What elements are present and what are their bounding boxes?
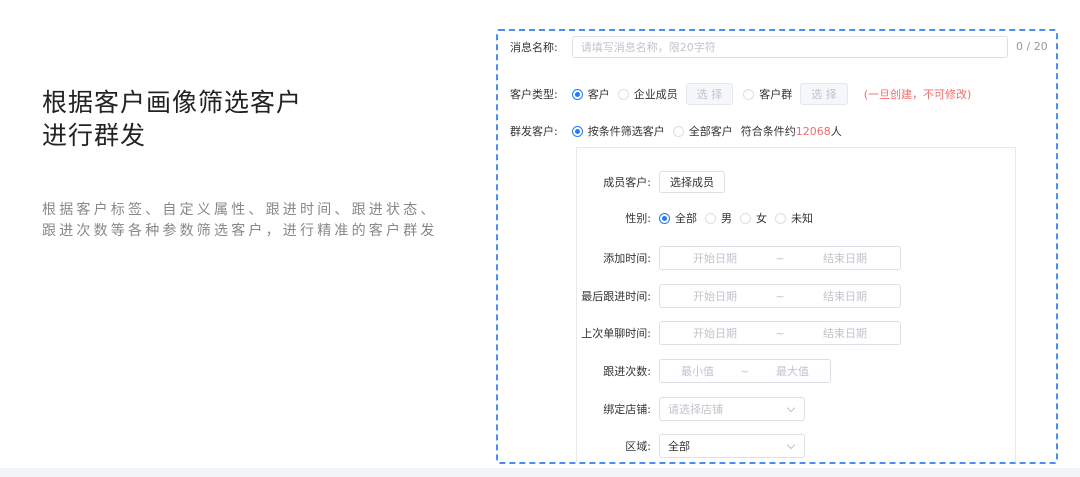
radio-circle-icon: [571, 88, 583, 100]
radio-label: 未知: [791, 212, 813, 225]
hero-title: 根据客户画像筛选客户 进行群发: [42, 86, 302, 152]
match-count-text: 符合条件约12068人: [741, 123, 842, 139]
radio-label: 企业成员: [633, 88, 678, 101]
radio-circle-icon: [743, 88, 755, 100]
bound-store-select[interactable]: 请选择店铺: [659, 397, 805, 421]
member-customers-row: 成员客户: 选择成员: [577, 171, 735, 193]
radio-circle-icon: [672, 125, 684, 137]
message-name-counter: 0 / 20: [1016, 40, 1048, 53]
customer-type-radio-customer[interactable]: 客户: [571, 86, 610, 102]
last-follow-time-row: 最后跟进时间: 开始日期 ~ 结束日期: [577, 284, 901, 308]
bound-store-placeholder: 请选择店铺: [668, 403, 723, 416]
add-time-row: 添加时间: 开始日期 ~ 结束日期: [577, 246, 901, 270]
match-count: 12068: [795, 125, 831, 138]
last-chat-time-row: 上次单聊时间: 开始日期 ~ 结束日期: [577, 321, 901, 345]
start-date-placeholder: 开始日期: [693, 252, 737, 265]
radio-circle-icon: [571, 125, 583, 137]
send-radio-all[interactable]: 全部客户: [672, 123, 733, 139]
radio-circle-icon: [740, 212, 751, 224]
filter-conditions-box: 成员客户: 选择成员 性别: 全部 男 女 未知 添加时间: 开始日期 ~ 结束…: [576, 147, 1016, 462]
range-separator: ~: [775, 289, 785, 303]
range-separator: ~: [775, 326, 785, 340]
gender-radio-unknown[interactable]: 未知: [775, 210, 813, 226]
gender-radio-male[interactable]: 男: [705, 210, 732, 226]
chevron-down-icon: [786, 403, 796, 412]
follow-count-range[interactable]: 最小值 ~ 最大值: [659, 359, 831, 383]
radio-label: 按条件筛选客户: [587, 125, 665, 138]
select-member-button[interactable]: 选择成员: [659, 171, 725, 193]
send-customers-row: 群发客户: 按条件筛选客户 全部客户 符合条件约12068人: [510, 123, 842, 139]
hero-title-line2: 进行群发: [42, 121, 147, 150]
customer-type-radio-member[interactable]: 企业成员: [617, 86, 678, 102]
follow-count-row: 跟进次数: 最小值 ~ 最大值: [577, 359, 831, 383]
max-value-placeholder: 最大值: [776, 365, 809, 378]
gender-label: 性别:: [625, 212, 651, 225]
message-name-label: 消息名称:: [510, 41, 558, 54]
hero-description: 根据客户标签、自定义属性、跟进时间、跟进状态、跟进次数等各种参数筛选客户，进行精…: [42, 202, 438, 239]
message-name-placeholder: 请填写消息名称，限20字符: [580, 41, 716, 54]
radio-label: 客户群: [759, 88, 793, 101]
customer-type-label: 客户类型:: [510, 88, 558, 101]
region-value: 全部: [668, 440, 690, 453]
bound-store-row: 绑定店铺: 请选择店铺: [577, 397, 805, 421]
message-name-input[interactable]: 请填写消息名称，限20字符: [571, 36, 1008, 58]
send-customers-label: 群发客户:: [510, 125, 558, 138]
match-suffix: 人: [830, 125, 842, 138]
radio-circle-icon: [775, 212, 786, 224]
customer-type-note: (一旦创建，不可修改): [863, 88, 972, 101]
region-row: 区域: 全部: [577, 434, 805, 458]
radio-circle-icon: [705, 212, 716, 224]
region-select[interactable]: 全部: [659, 434, 805, 458]
hero-title-line1: 根据客户画像筛选客户: [42, 88, 303, 117]
min-value-placeholder: 最小值: [681, 365, 714, 378]
group-select-button[interactable]: 选 择: [800, 83, 848, 105]
range-separator: ~: [775, 251, 785, 265]
region-label: 区域:: [625, 440, 651, 453]
bound-store-label: 绑定店铺:: [603, 403, 651, 416]
match-prefix: 符合条件约: [740, 125, 796, 138]
last-follow-time-label: 最后跟进时间:: [581, 290, 651, 303]
end-date-placeholder: 结束日期: [823, 252, 867, 265]
add-time-label: 添加时间:: [603, 252, 651, 265]
end-date-placeholder: 结束日期: [823, 327, 867, 340]
follow-count-label: 跟进次数:: [603, 365, 651, 378]
member-select-button[interactable]: 选 择: [685, 83, 734, 105]
radio-label: 女: [756, 212, 767, 225]
radio-label: 全部: [675, 212, 697, 225]
radio-label: 全部客户: [688, 125, 733, 138]
customer-type-row: 客户类型: 客户 企业成员 选 择 客户群 选 择 (一旦创建，不可修改): [510, 83, 971, 105]
send-radio-by-condition[interactable]: 按条件筛选客户: [571, 123, 665, 139]
radio-label: 客户: [587, 88, 610, 101]
range-separator: ~: [740, 364, 750, 378]
gender-radio-all[interactable]: 全部: [659, 210, 697, 226]
gender-row: 性别: 全部 男 女 未知: [577, 210, 821, 226]
start-date-placeholder: 开始日期: [693, 290, 737, 303]
chevron-down-icon: [786, 440, 796, 449]
last-chat-date-range[interactable]: 开始日期 ~ 结束日期: [659, 321, 901, 345]
end-date-placeholder: 结束日期: [823, 290, 867, 303]
add-time-date-range[interactable]: 开始日期 ~ 结束日期: [659, 246, 901, 270]
customer-type-radio-group[interactable]: 客户群: [743, 86, 792, 102]
last-chat-time-label: 上次单聊时间:: [581, 327, 651, 340]
page-bottom-band: [0, 468, 1080, 477]
radio-label: 男: [721, 212, 732, 225]
gender-radio-female[interactable]: 女: [740, 210, 767, 226]
member-customers-label: 成员客户:: [603, 176, 651, 189]
last-follow-date-range[interactable]: 开始日期 ~ 结束日期: [659, 284, 901, 308]
start-date-placeholder: 开始日期: [693, 327, 737, 340]
message-name-row: 消息名称: 请填写消息名称，限20字符: [510, 36, 1008, 58]
radio-circle-icon: [617, 88, 629, 100]
broadcast-form-panel: 消息名称: 请填写消息名称，限20字符 0 / 20 客户类型: 客户 企业成员…: [496, 29, 1058, 464]
radio-circle-icon: [659, 212, 670, 224]
